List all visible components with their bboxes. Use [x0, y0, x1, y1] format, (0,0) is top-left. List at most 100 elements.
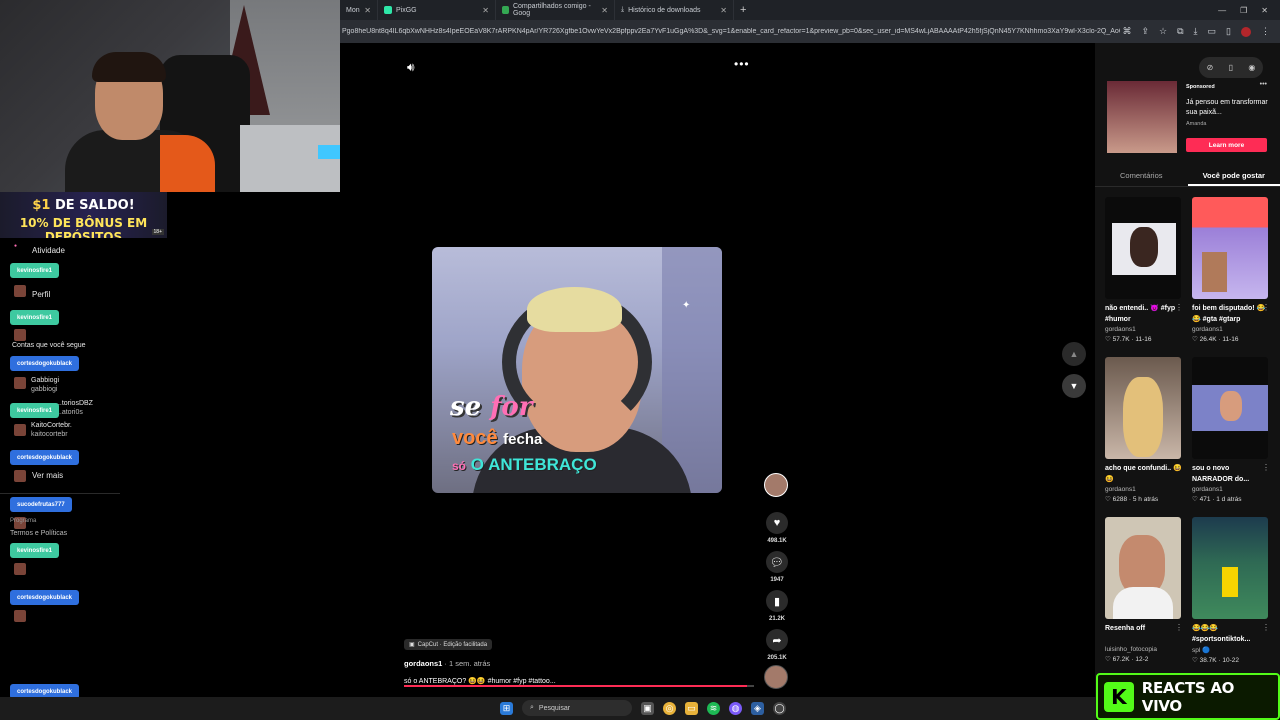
sidebar-divider: [0, 493, 120, 494]
more-options-icon[interactable]: •••: [734, 57, 750, 71]
chat-avatar: [14, 610, 26, 622]
recommended-card[interactable]: foi bem disputado! 😂😂 #gta #gtarp gordao…: [1192, 197, 1270, 343]
see-more-link[interactable]: Ver mais: [32, 471, 63, 480]
followed-avatar[interactable]: [14, 377, 26, 389]
terms-link[interactable]: Termos e Políticas: [10, 530, 67, 537]
capcut-icon: ▣: [409, 642, 415, 648]
tab-comments[interactable]: Comentários: [1095, 167, 1188, 186]
nav-activity[interactable]: Atividade: [32, 246, 65, 255]
previous-video-button[interactable]: ▲: [1062, 342, 1086, 366]
url-field[interactable]: Pgo8heU8nt8q4IL6qbXwNHHz8s4IpeEOEaV8K7rA…: [340, 28, 1120, 35]
card-more-icon[interactable]: ⋮: [1175, 463, 1183, 472]
extensions-icon[interactable]: ⧉: [1177, 26, 1183, 37]
no-distraction-icon[interactable]: ⊘: [1207, 63, 1214, 72]
badge-icon: ●: [14, 243, 18, 249]
card-thumbnail: [1192, 517, 1268, 619]
taskbar-search[interactable]: ⌕ Pesquisar: [522, 700, 632, 716]
comment-button[interactable]: 💬︎ 1947: [764, 551, 790, 583]
video-frame[interactable]: se for você fecha só O ANTEBRAÇO: [432, 247, 722, 493]
sponsored-ad[interactable]: Sponsored ••• Já pensou em transformar s…: [1107, 81, 1268, 153]
video-meta: ▣ CapCut · Edição facilitada gordaons1 ·…: [404, 633, 754, 685]
file-explorer-icon[interactable]: ▭: [685, 701, 698, 715]
video-caption-line-3: só O ANTEBRAÇO: [452, 455, 597, 474]
card-caption: sou o novo NARRADOR do...: [1192, 465, 1250, 483]
device-icon[interactable]: ▯: [1229, 63, 1233, 72]
recommended-card[interactable]: Resenha off luisinho_fotocopia ♡ 67.2K ·…: [1105, 517, 1183, 663]
close-tab-icon[interactable]: ✕: [364, 6, 371, 15]
card-stats: ♡ 67.2K · 12-2: [1105, 656, 1149, 663]
browser-tab-pixgg[interactable]: PixGG ✕: [378, 0, 496, 20]
followed-name[interactable]: Gabbiogi: [31, 377, 59, 384]
chat-avatar: [14, 285, 26, 297]
task-view-icon[interactable]: ▣: [641, 701, 654, 715]
followed-avatar[interactable]: [14, 424, 26, 436]
downloads-icon[interactable]: ⤓: [1194, 26, 1198, 37]
card-thumbnail: [1105, 517, 1181, 619]
sidepanel-icon[interactable]: ▯: [1226, 26, 1231, 37]
bookmark-star-icon[interactable]: ☆: [1159, 26, 1167, 37]
card-more-icon[interactable]: ⋮: [1262, 303, 1270, 312]
capcut-chip[interactable]: ▣ CapCut · Edição facilitada: [404, 639, 493, 650]
program-link[interactable]: Programa: [10, 518, 36, 524]
followed-handle: gabbiogi: [31, 386, 58, 393]
tab-label: Histórico de downloads: [628, 6, 701, 14]
card-thumbnail: [1192, 197, 1268, 299]
creator-avatar-button[interactable]: [764, 473, 790, 497]
card-more-icon[interactable]: ⋮: [1175, 623, 1183, 632]
steam-icon[interactable]: ◈: [751, 701, 764, 715]
browser-tab[interactable]: Mon ✕: [340, 0, 378, 20]
profile-avatar[interactable]: [1241, 26, 1251, 37]
recommended-card[interactable]: não entendi.. 😈 #fyp #humor gordaons1 ♡ …: [1105, 197, 1183, 343]
music-disc-button[interactable]: [764, 665, 790, 689]
save-button[interactable]: ▮ 21.2K: [764, 590, 790, 622]
chrome-icon[interactable]: ◎: [663, 701, 676, 715]
card-more-icon[interactable]: ⋮: [1262, 463, 1270, 472]
share-icon[interactable]: ⇪: [1141, 26, 1149, 37]
volume-icon[interactable]: 🔊︎: [407, 60, 415, 75]
promo-line-1: $1 DE SALDO!: [32, 198, 135, 213]
card-thumbnail: [1192, 357, 1268, 459]
address-bar: Pgo8heU8nt8q4IL6qbXwNHHz8s4IpeEOEaV8K7rA…: [340, 20, 1280, 43]
cast-icon[interactable]: ▭: [1208, 26, 1217, 37]
like-count: 498.1K: [767, 538, 787, 544]
ad-more-icon[interactable]: •••: [1260, 81, 1267, 88]
menu-icon[interactable]: ⋮: [1261, 26, 1270, 37]
card-more-icon[interactable]: ⋮: [1262, 623, 1270, 632]
creator-avatar: [764, 473, 788, 497]
video-caption-line-1: se for: [450, 392, 533, 422]
share-button[interactable]: ➦ 205.1K: [764, 629, 790, 661]
browser-tab-downloads[interactable]: ⤓ Histórico de downloads ✕: [615, 0, 734, 20]
spotify-icon[interactable]: ≋: [707, 701, 720, 715]
close-tab-icon[interactable]: ✕: [720, 6, 727, 15]
recommended-card[interactable]: sou o novo NARRADOR do... gordaons1 ♡ 47…: [1192, 357, 1270, 503]
settings-wheel-icon[interactable]: ◉: [1248, 63, 1255, 72]
mouse-cursor-icon: ✦: [682, 300, 691, 311]
learn-more-button[interactable]: Learn more: [1186, 138, 1267, 152]
post-time: · 1 sem. atrás: [442, 659, 491, 668]
translate-icon[interactable]: ⌘: [1122, 26, 1131, 37]
followed-name[interactable]: KaitoCortebr.: [31, 422, 72, 429]
card-more-icon[interactable]: ⋮: [1175, 303, 1183, 312]
next-video-button[interactable]: ▼: [1062, 374, 1086, 398]
close-tab-icon[interactable]: ✕: [601, 6, 608, 15]
comment-icon: 💬︎: [766, 551, 788, 573]
new-tab-button[interactable]: +: [734, 4, 752, 16]
followed-name[interactable]: ...toriosDBZ: [56, 400, 93, 407]
tab-label: Compartilhados comigo - Goog: [512, 3, 591, 17]
recommended-card[interactable]: 😂😂😂 #sportsontiktok... spl 🔵 ♡ 38.7K · 1…: [1192, 517, 1270, 664]
close-tab-icon[interactable]: ✕: [482, 6, 489, 15]
close-window-icon[interactable]: ✕: [1261, 6, 1268, 15]
recommended-card[interactable]: acho que confundi.. 😆😆 gordaons1 ♡ 6288 …: [1105, 357, 1183, 503]
windows-start-icon[interactable]: ⊞: [500, 701, 513, 715]
discord-icon[interactable]: ◍: [729, 701, 742, 715]
browser-tab-drive[interactable]: Compartilhados comigo - Goog ✕: [496, 0, 615, 20]
like-button[interactable]: ♥ 498.1K: [764, 512, 790, 544]
obs-icon[interactable]: ◯: [773, 701, 786, 715]
author-name[interactable]: gordaons1: [404, 659, 442, 668]
video-progress-bar[interactable]: [404, 685, 754, 687]
promo-line-2: 10% DE BÔNUS EM DEPÓSITOS: [19, 216, 148, 238]
nav-profile[interactable]: Perfil: [32, 290, 50, 299]
tab-you-may-like[interactable]: Você pode gostar: [1187, 167, 1280, 186]
restore-icon[interactable]: ❐: [1240, 6, 1247, 15]
minimize-icon[interactable]: —: [1218, 6, 1226, 15]
